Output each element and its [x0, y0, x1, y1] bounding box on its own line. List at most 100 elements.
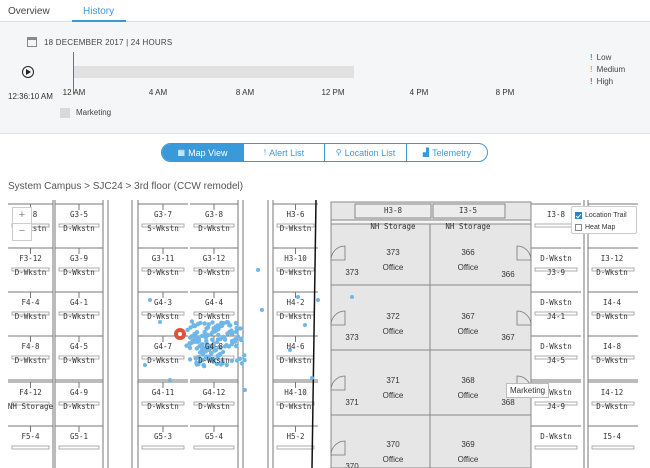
cubicle-label: D-Wkstn: [63, 312, 95, 321]
telemetry-button[interactable]: ▟ Telemetry: [407, 144, 487, 161]
date-range-label[interactable]: 18 DECEMBER 2017 | 24 HOURS: [44, 38, 172, 47]
trail-point: [242, 353, 247, 358]
door-number: 370: [345, 462, 359, 468]
cubicle-label: G4-12: [202, 388, 226, 397]
trail-point: [256, 268, 260, 272]
cubicle-label: J4-9: [546, 402, 566, 411]
trail-point: [188, 341, 193, 346]
cubicle-label: H4-6: [286, 342, 305, 351]
hour-tick-label: 4 AM: [148, 88, 168, 97]
legend-label: High: [596, 77, 614, 86]
zone-label: Marketing: [76, 108, 112, 117]
cubicle-label: D-Wkstn: [63, 224, 95, 233]
cubicle-label: D-Wkstn: [279, 224, 312, 233]
office-label: Office: [457, 391, 479, 400]
map-view-button[interactable]: ▦ Map View: [162, 144, 244, 161]
cubicle-label: J4-1: [546, 312, 566, 321]
floor-map[interactable]: 3-8G3-5G3-7G3-8H3-6D-WkstnD-WkstnS-Wkstn…: [0, 200, 650, 468]
layer-toggle-panel: Location Trail Heat Map: [571, 206, 637, 234]
trail-point: [222, 337, 228, 342]
trail-point: [260, 308, 264, 312]
trail-point: [239, 361, 245, 366]
calendar-icon[interactable]: [27, 37, 37, 47]
trail-point: [200, 347, 205, 352]
location-list-button[interactable]: ⚲ Location List: [325, 144, 407, 161]
location-pin-icon: ⚲: [335, 148, 342, 157]
cubicle-label: G5-3: [153, 432, 173, 441]
cubicle-label: H3-6: [286, 210, 305, 219]
current-time-label: 12:36:10 AM: [8, 92, 53, 101]
trail-point: [194, 346, 199, 351]
cubicle-label: D-Wkstn: [596, 356, 628, 365]
cubicle-label: S-Wkstn: [147, 224, 179, 233]
timeline-track[interactable]: [74, 66, 354, 78]
tab-history[interactable]: History: [83, 6, 114, 17]
door-number: 366: [501, 270, 515, 279]
zoom-out-button[interactable]: −: [13, 224, 31, 240]
cubicle-label: D-Wkstn: [198, 312, 230, 321]
trail-point: [219, 320, 224, 325]
map-icon: ▦: [177, 148, 186, 157]
tab-overview[interactable]: Overview: [8, 6, 50, 17]
trail-point: [199, 342, 204, 348]
cubicle-label: D-Wkstn: [540, 432, 572, 441]
trail-point: [303, 323, 307, 327]
location-list-label: Location List: [344, 147, 396, 158]
trail-point: [227, 323, 232, 328]
cubicle-label: H5-2: [286, 432, 305, 441]
office-number: 366: [461, 248, 475, 257]
cubicle-label: D-Wkstn: [596, 312, 628, 321]
door-number: 368: [501, 398, 515, 407]
cubicle-label: F4-4: [21, 298, 40, 307]
cubicle-label: I3-12: [600, 254, 624, 263]
cubicle-label: D-Wkstn: [14, 268, 47, 277]
trail-point: [193, 336, 198, 341]
zoom-in-button[interactable]: +: [13, 208, 31, 224]
trail-point: [243, 388, 247, 392]
alert-list-label: Alert List: [269, 147, 305, 158]
office-label: Office: [457, 455, 479, 464]
trail-point: [234, 343, 239, 349]
cubicle-label: D-Wkstn: [198, 356, 230, 365]
trail-point: [202, 321, 207, 326]
cubicle-label: G4-5: [69, 342, 89, 351]
checkbox-checked-icon[interactable]: [575, 211, 582, 219]
door-number: 371: [345, 398, 359, 407]
trail-point: [232, 339, 238, 344]
breadcrumb[interactable]: System Campus > SJC24 > 3rd floor (CCW r…: [8, 181, 243, 192]
trail-point: [194, 330, 200, 335]
cubicle-label: H4-10: [284, 388, 307, 397]
cubicle-label: G4-1: [69, 298, 89, 307]
severity-low-icon: !: [590, 53, 593, 62]
play-button[interactable]: [22, 66, 34, 78]
cubicle-label: I3-8: [546, 210, 566, 219]
location-trail-toggle[interactable]: Location Trail: [575, 209, 633, 221]
cubicle-label: D-Wkstn: [14, 356, 47, 365]
severity-high-icon: !: [590, 77, 593, 86]
heat-map-label: Heat Map: [585, 223, 616, 231]
office-number: 369: [461, 440, 475, 449]
cubicle-label: G3-8: [204, 210, 224, 219]
zoom-control: + −: [12, 207, 32, 241]
door-number: 373: [345, 268, 359, 277]
office-number: 371: [386, 376, 400, 385]
legend-label: Low: [596, 53, 612, 62]
cubicle-label: G4-3: [153, 298, 173, 307]
alert-list-button[interactable]: ! Alert List: [244, 144, 325, 161]
cubicle-label: G5-1: [69, 432, 89, 441]
cubicle-label: D-Wkstn: [147, 402, 179, 411]
alert-icon: !: [263, 148, 267, 157]
heat-map-toggle[interactable]: Heat Map: [575, 221, 633, 233]
storage-label: NH Storage: [445, 222, 491, 231]
map-view-label: Map View: [188, 147, 228, 158]
trail-point: [238, 337, 244, 343]
office-number: 372: [386, 312, 400, 321]
trail-point: [350, 295, 354, 299]
top-tab-bar: Overview History: [0, 0, 650, 22]
checkbox-unchecked-icon[interactable]: [575, 223, 582, 231]
door-number: 373: [345, 333, 359, 342]
cubicle-label: F3-12: [19, 254, 42, 263]
office-number: 373: [386, 248, 400, 257]
trail-point: [216, 332, 221, 338]
cubicle-label: D-Wkstn: [279, 268, 312, 277]
